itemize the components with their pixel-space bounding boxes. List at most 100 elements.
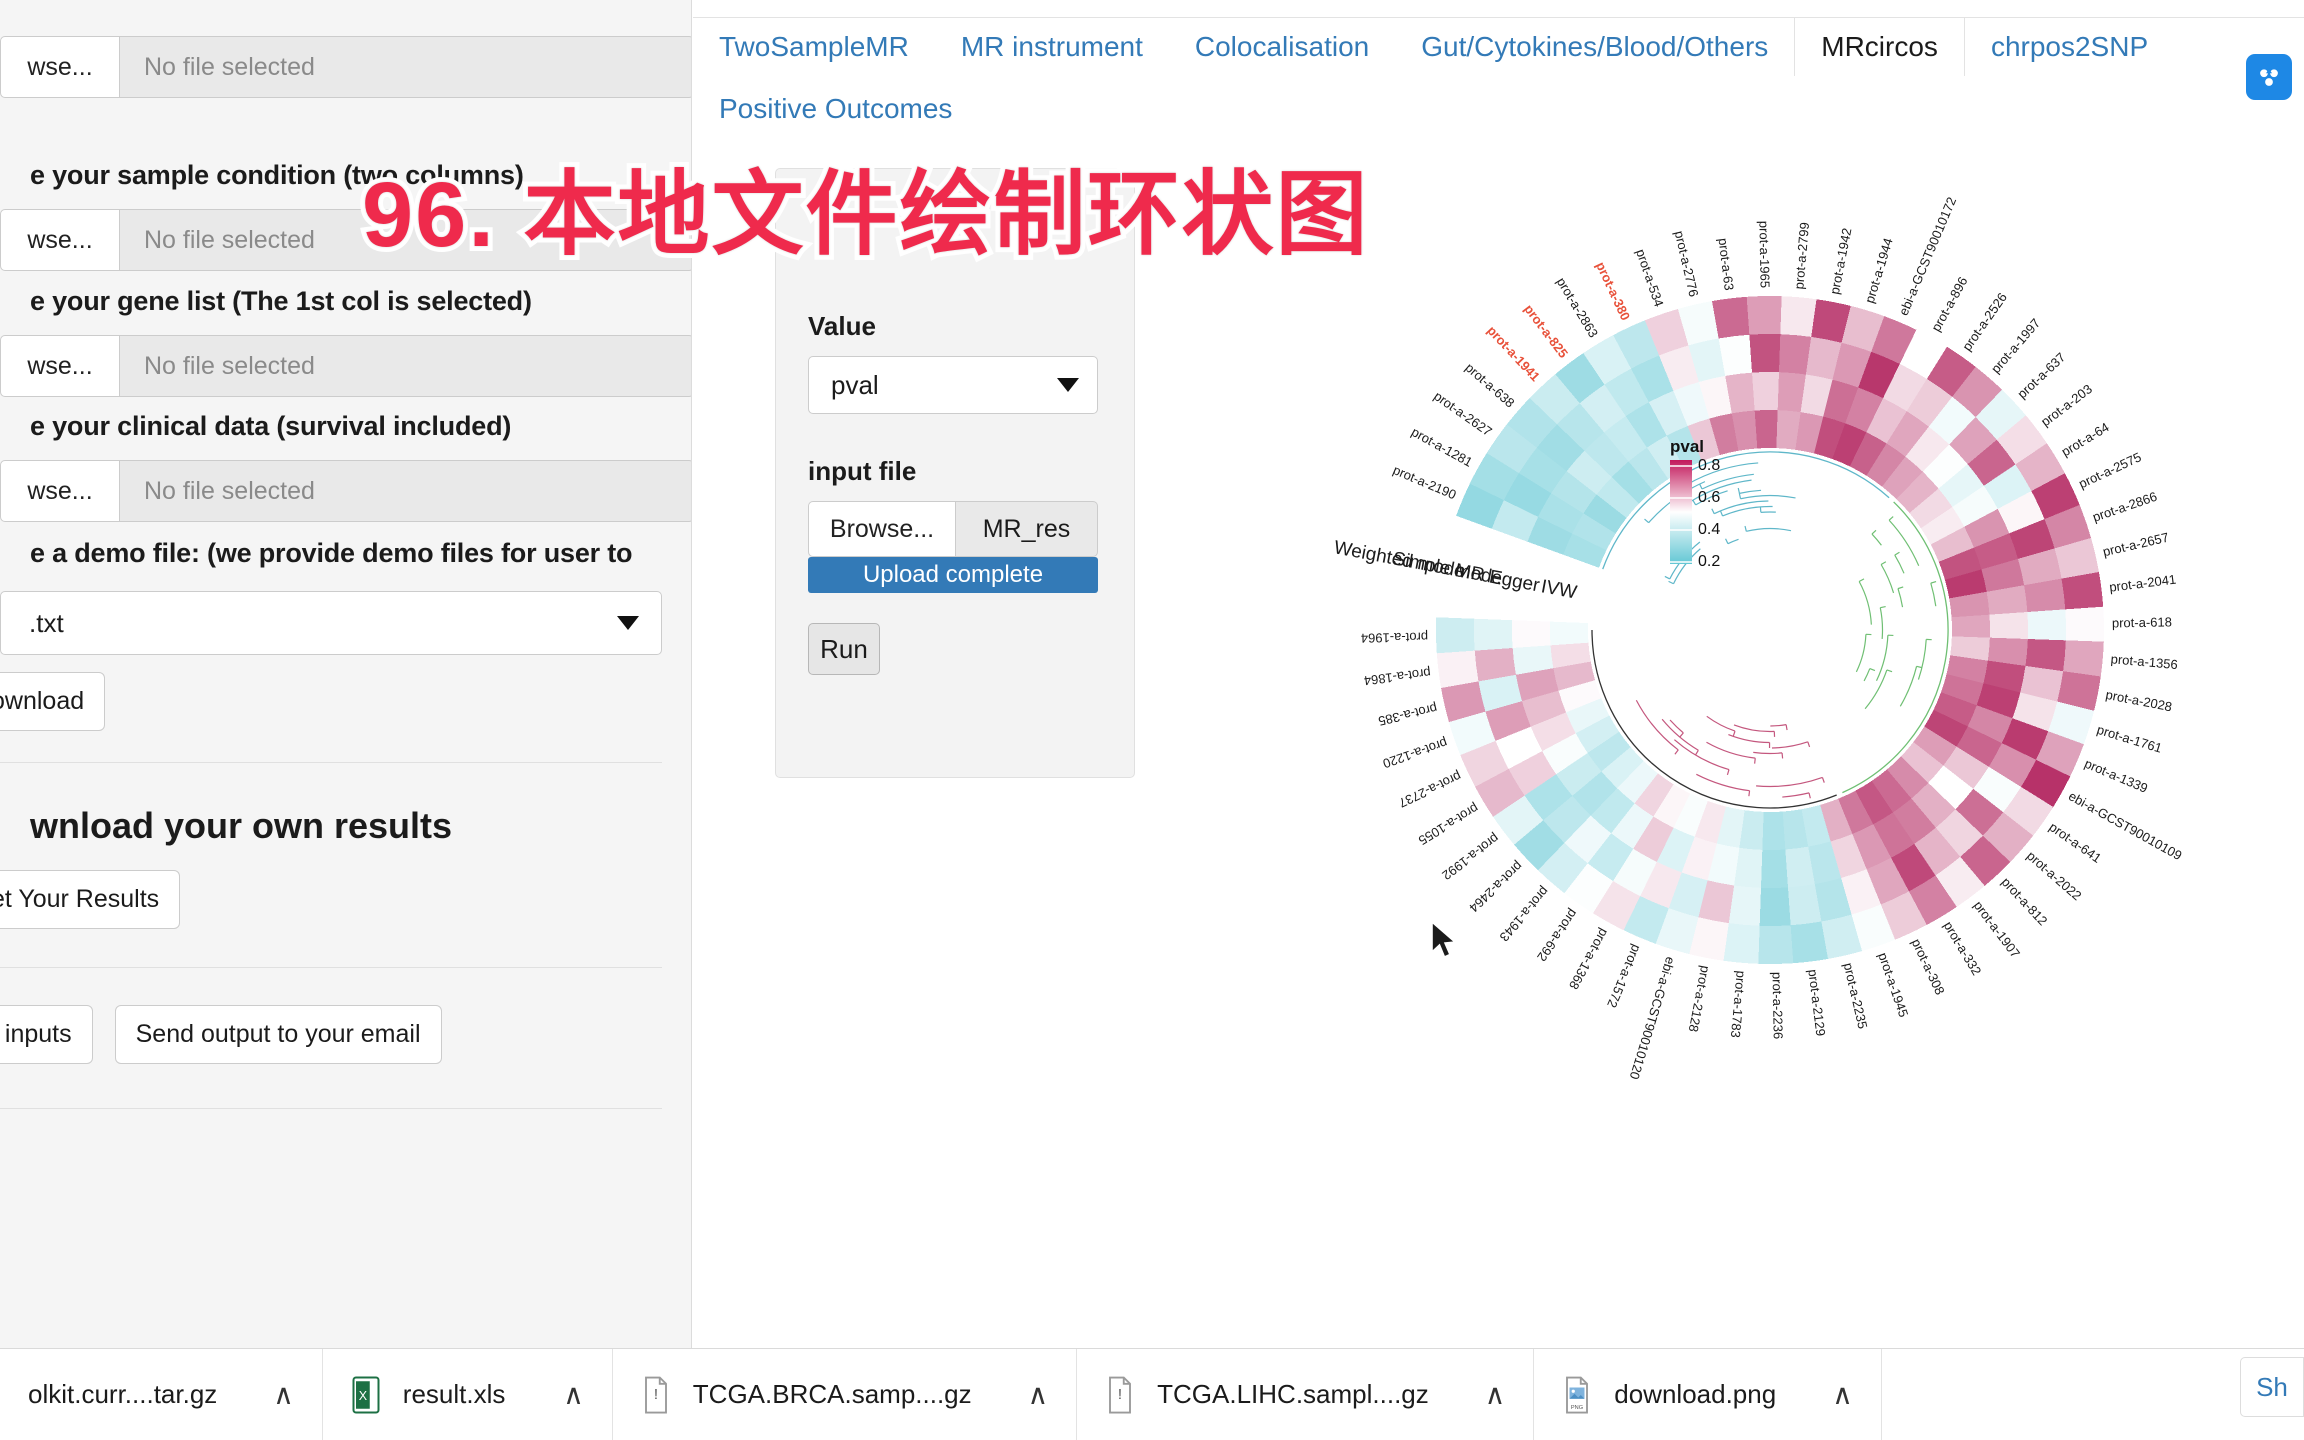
circos-category-label: prot-a-2866 [2091, 489, 2159, 525]
circos-category-label: prot-a-2128 [1686, 964, 1714, 1033]
circos-category-label: prot-a-2129 [1805, 968, 1828, 1037]
circos-category-label: prot-a-1864 [1363, 665, 1432, 688]
tab-mrcircos[interactable]: MRcircos [1795, 18, 1964, 76]
legend-tick-label: 0.6 [1698, 489, 1720, 506]
circos-category-label: prot-a-1941 [1484, 323, 1543, 384]
tab-positive-outcomes[interactable]: Positive Outcomes [693, 80, 978, 138]
value-label: Value [808, 311, 1102, 342]
download-item-0[interactable]: olkit.curr....tar.gz ∧ [0, 1349, 323, 1440]
browse-button-input-file[interactable]: Browse... [808, 501, 956, 557]
download-item-2[interactable]: ! TCGA.BRCA.samp....gz ∧ [613, 1349, 1077, 1440]
download-bar: olkit.curr....tar.gz ∧ X result.xls ∧ ! … [0, 1348, 2304, 1440]
circos-category-label: prot-a-2799 [1791, 222, 1812, 290]
molecule-icon[interactable] [2246, 54, 2292, 100]
tab-twosamplemr[interactable]: TwoSampleMR [693, 18, 935, 76]
circos-category-label: prot-a-1281 [1409, 424, 1475, 470]
nav-row-secondary: Positive Outcomes [693, 76, 978, 142]
circos-category-label: prot-a-1942 [1827, 227, 1855, 296]
svg-text:!: ! [654, 1385, 658, 1402]
tab-chrpos2snp[interactable]: chrpos2SNP [1965, 18, 2174, 76]
file-upload-row-expression[interactable]: wse... No file selected [0, 36, 692, 98]
legend-title: pval [1670, 437, 1704, 456]
send-email-button[interactable]: Send output to your email [115, 1005, 442, 1064]
file-upload-row-clinical[interactable]: wse... No file selected [0, 460, 692, 522]
svg-text:PNG: PNG [1571, 1404, 1583, 1410]
download-item-3[interactable]: ! TCGA.LIHC.sampl....gz ∧ [1077, 1349, 1534, 1440]
get-your-results-button[interactable]: et Your Results [0, 870, 180, 929]
download-item-1[interactable]: X result.xls ∧ [323, 1349, 613, 1440]
browse-button-expression[interactable]: wse... [0, 36, 120, 98]
download-item-name: download.png [1614, 1379, 1776, 1410]
circos-category-label: prot-a-896 [1928, 274, 1970, 334]
browse-button-sample-condition[interactable]: wse... [0, 209, 120, 271]
circos-category-label: prot-a-385 [1377, 701, 1439, 729]
legend-tick-label: 0.8 [1698, 457, 1720, 474]
circos-category-label: prot-a-1943 [1497, 884, 1552, 945]
circos-category-label: prot-a-64 [2059, 419, 2112, 459]
circos-category-label: prot-a-1055 [1416, 801, 1481, 848]
value-selected: pval [831, 370, 879, 401]
label-gene-list: e your gene list (The 1st col is selecte… [30, 286, 692, 317]
value-select[interactable]: pval [808, 356, 1098, 414]
circos-category-label: ebi-a-GCST90010120 [1627, 955, 1679, 1081]
upload-progress-bar: Upload complete [808, 557, 1098, 593]
circos-category-label: prot-a-63 [1716, 237, 1737, 291]
label-clinical-data: e your clinical data (survival included) [30, 411, 692, 442]
circos-category-label: prot-a-1964 [1361, 630, 1428, 646]
chevron-up-icon[interactable]: ∧ [529, 1378, 584, 1411]
tab-colocalisation[interactable]: Colocalisation [1169, 18, 1395, 76]
circos-category-label: prot-a-2863 [1554, 275, 1601, 340]
circos-category-label: prot-a-2737 [1396, 769, 1463, 811]
browse-button-clinical[interactable]: wse... [0, 460, 120, 522]
circos-category-label: prot-a-1339 [2082, 756, 2150, 796]
label-demo-file: e a demo file: (we provide demo files fo… [30, 538, 692, 569]
circos-category-label: prot-a-380 [1593, 259, 1633, 322]
tab-gut-cytokines-blood-others[interactable]: Gut/Cytokines/Blood/Others [1395, 18, 1794, 76]
show-all-downloads-button[interactable]: Sh [2240, 1357, 2304, 1417]
circos-category-label: prot-a-1761 [2095, 722, 2164, 756]
circos-svg: prot-a-2190prot-a-1281prot-a-2627prot-a-… [1250, 130, 2304, 1190]
download-demo-button[interactable]: ownload [0, 672, 105, 731]
tab-mr-instrument[interactable]: MR instrument [935, 18, 1169, 76]
circos-category-label: prot-a-2041 [2108, 572, 2177, 595]
excel-icon: X [351, 1376, 381, 1414]
run-button[interactable]: Run [808, 623, 880, 675]
chevron-up-icon[interactable]: ∧ [1798, 1378, 1853, 1411]
download-item-4[interactable]: PNG download.png ∧ [1534, 1349, 1881, 1440]
circos-category-label: prot-a-2235 [1841, 961, 1871, 1030]
circos-category-label: prot-a-2236 [1770, 972, 1786, 1039]
mrcircos-plot: prot-a-2190 prot-a-1281 prot-a-2627 prot-a-… [1250, 130, 2304, 1190]
circos-category-label: prot-a-641 [2046, 819, 2104, 866]
download-item-name: TCGA.LIHC.sampl....gz [1157, 1379, 1429, 1410]
main-nav: TwoSampleMR MR instrument Colocalisation… [693, 18, 2304, 124]
browse-button-gene-list[interactable]: wse... [0, 335, 120, 397]
chevron-up-icon[interactable]: ∧ [1451, 1378, 1506, 1411]
mouse-cursor [1430, 920, 1460, 964]
input-file-label: input file [808, 456, 1102, 487]
circos-category-label: prot-a-2190 [1391, 462, 1459, 502]
legend-tick-label: 0.2 [1698, 553, 1720, 570]
file-status-gene-list: No file selected [120, 335, 692, 397]
circos-category-label: prot-a-203 [2038, 381, 2095, 429]
file-icon: ! [1105, 1376, 1135, 1414]
divider-3 [0, 1108, 662, 1109]
circos-category-label: prot-a-1992 [1439, 831, 1502, 883]
circos-category-label: prot-a-2776 [1672, 229, 1702, 298]
chevron-down-icon [1057, 378, 1079, 392]
divider-2 [0, 967, 662, 968]
file-upload-row-gene-list[interactable]: wse... No file selected [0, 335, 692, 397]
circos-category-label: prot-a-2627 [1431, 388, 1495, 439]
reset-inputs-button[interactable]: t inputs [0, 1005, 93, 1064]
circos-category-label: prot-a-1220 [1381, 735, 1449, 771]
file-icon: ! [641, 1376, 671, 1414]
legend-tick-label: 0.4 [1698, 521, 1720, 538]
chevron-up-icon[interactable]: ∧ [239, 1378, 294, 1411]
demo-file-select[interactable]: .txt [0, 591, 662, 655]
input-file-row[interactable]: Browse... MR_res [808, 501, 1098, 557]
svg-text:!: ! [1118, 1385, 1122, 1402]
circos-category-label: prot-a-1368 [1566, 926, 1612, 992]
circos-category-label: prot-a-692 [1534, 906, 1581, 964]
chevron-up-icon[interactable]: ∧ [994, 1378, 1049, 1411]
nav-row-primary: TwoSampleMR MR instrument Colocalisation… [693, 18, 2174, 76]
circos-ring-label: IVW [1539, 576, 1578, 603]
